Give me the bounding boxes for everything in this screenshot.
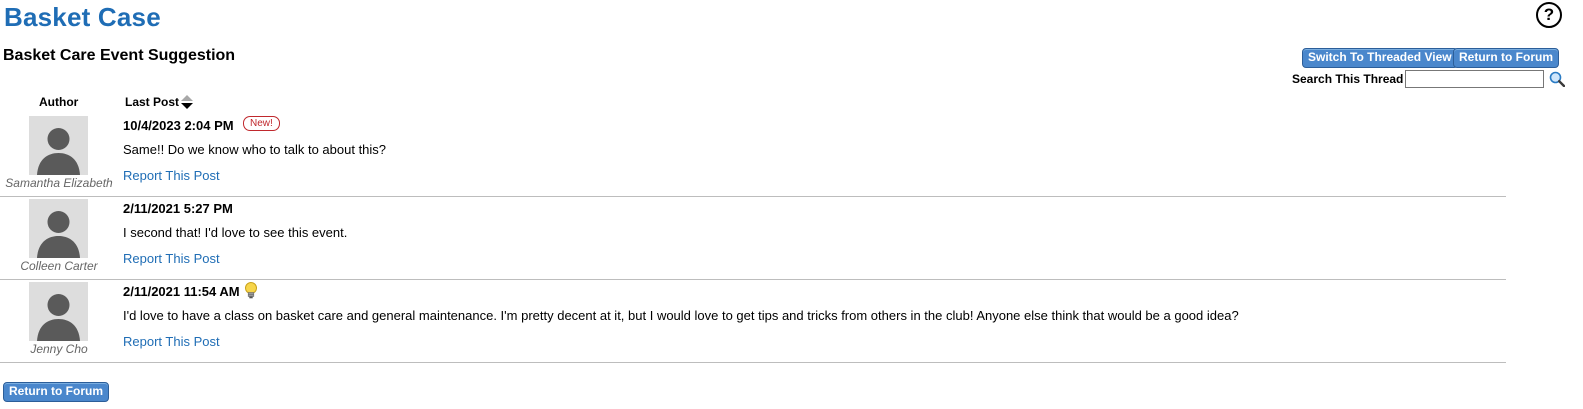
post-body: Same!! Do we know who to talk to about t… <box>123 142 387 157</box>
report-post-link[interactable]: Report This Post <box>123 334 220 349</box>
switch-threaded-view-button[interactable]: Switch To Threaded View <box>1302 48 1458 68</box>
user-silhouette-icon <box>37 294 80 341</box>
post-row: Samantha Elizabeth 10/4/2023 2:04 PM New… <box>0 113 1506 197</box>
post-row: Colleen Carter 2/11/2021 5:27 PM I secon… <box>0 196 1506 280</box>
post-body: I second that! I'd love to see this even… <box>123 225 348 240</box>
column-header-author: Author <box>39 95 79 109</box>
user-silhouette-icon <box>37 211 80 258</box>
sort-icon[interactable] <box>181 95 193 109</box>
new-badge: New! <box>243 116 280 131</box>
post-date: 2/11/2021 5:27 PM <box>123 201 233 216</box>
author-name: Colleen Carter <box>20 259 98 273</box>
author-name: Jenny Cho <box>30 342 88 356</box>
post-date: 2/11/2021 11:54 AM <box>123 284 240 299</box>
avatar <box>29 116 88 175</box>
report-post-link[interactable]: Report This Post <box>123 168 220 183</box>
search-input[interactable] <box>1405 70 1544 88</box>
post-body: I'd love to have a class on basket care … <box>123 308 1239 323</box>
avatar <box>29 199 88 258</box>
search-icon[interactable] <box>1549 71 1565 87</box>
search-label: Search This Thread <box>1292 72 1404 86</box>
column-header-last-post[interactable]: Last Post <box>125 95 179 109</box>
help-icon[interactable]: ? <box>1536 2 1562 28</box>
user-silhouette-icon <box>37 128 80 175</box>
thread-title: Basket Care Event Suggestion <box>3 47 236 64</box>
author-name: Samantha Elizabeth <box>5 176 113 190</box>
post-row: Jenny Cho 2/11/2021 11:54 AM I'd love to… <box>0 279 1506 363</box>
avatar <box>29 282 88 341</box>
report-post-link[interactable]: Report This Post <box>123 251 220 266</box>
site-title: Basket Case <box>4 2 161 32</box>
post-date: 10/4/2023 2:04 PM <box>123 118 234 133</box>
return-to-forum-button-bottom[interactable]: Return to Forum <box>3 382 109 402</box>
lightbulb-icon <box>245 282 257 299</box>
return-to-forum-button-top[interactable]: Return to Forum <box>1453 48 1559 68</box>
